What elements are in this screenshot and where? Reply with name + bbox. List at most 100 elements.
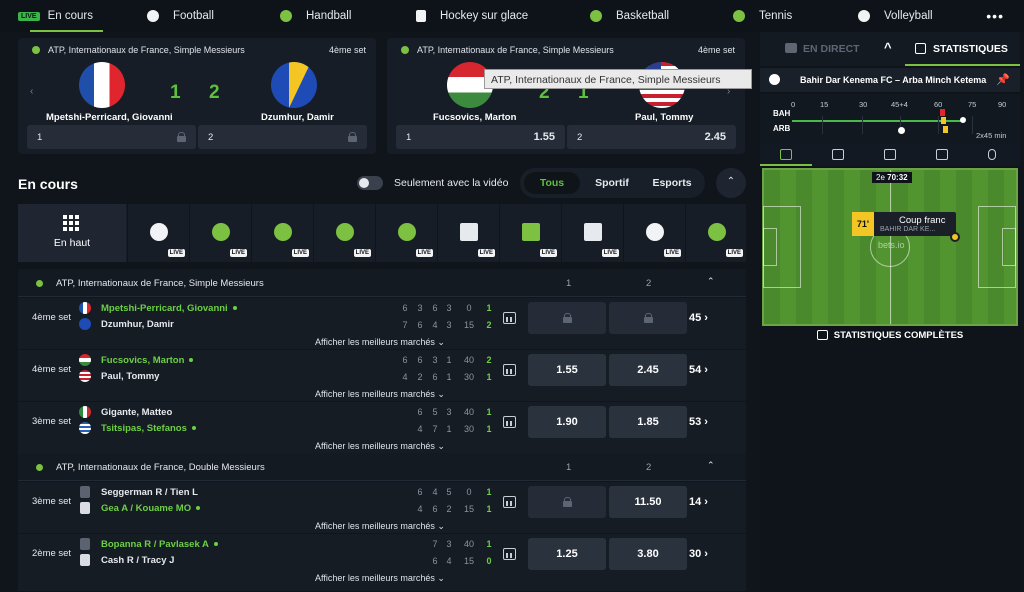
video-only-toggle[interactable]: [357, 176, 383, 190]
odd-button-1[interactable]: 1.90: [528, 406, 606, 438]
lineup-icon[interactable]: [884, 149, 896, 160]
stats-icon[interactable]: [503, 364, 516, 376]
tile-esports-lol[interactable]: LIVE: [561, 204, 623, 262]
odd-button-1[interactable]: 1.55: [528, 354, 606, 386]
chevron-up-icon[interactable]: ^: [884, 40, 892, 55]
odd-button-2[interactable]: 11.50: [609, 486, 687, 518]
pitch-view-icon[interactable]: [780, 149, 792, 160]
best-markets-link[interactable]: Afficher les meilleurs marchés ⌄: [315, 441, 445, 452]
score-cell: 7: [402, 320, 408, 330]
tab-hockey[interactable]: Hockey sur glace: [416, 0, 528, 32]
match-row[interactable]: 4ème set Mpetshi-Perricard, Giovanni Dzu…: [18, 298, 746, 350]
live-badge: LIVE: [663, 249, 681, 257]
match-row[interactable]: 3ème set Seggerman R / Tien L Gea A / Ko…: [18, 482, 746, 534]
statistiques-label: STATISTIQUES: [933, 43, 1008, 55]
odd-button-1[interactable]: 1: [27, 125, 196, 149]
filter-esports[interactable]: Esports: [644, 172, 700, 194]
list-icon[interactable]: [936, 149, 948, 160]
best-markets-link[interactable]: Afficher les meilleurs marchés ⌄: [315, 337, 445, 348]
player1-sets: 1: [170, 82, 181, 103]
active-visual-tab: [760, 164, 812, 166]
right-goal-box: [1002, 228, 1016, 266]
basketball-icon: [274, 223, 292, 241]
filter-tous[interactable]: Tous: [524, 172, 580, 194]
best-markets-link[interactable]: Afficher les meilleurs marchés ⌄: [315, 573, 445, 584]
tile-tennis[interactable]: LIVE: [313, 204, 375, 262]
column-2-label: 2: [646, 278, 652, 289]
team-shirt-icon: [80, 502, 90, 514]
chevron-up-icon[interactable]: ⌃: [707, 460, 715, 471]
stats-icon[interactable]: [503, 496, 516, 508]
odd-button-1[interactable]: [528, 302, 606, 334]
left-goal-box: [763, 228, 777, 266]
score-cell: 3: [446, 407, 452, 417]
sports-nav: LIVE En cours Football Handball Hockey s…: [0, 0, 1024, 32]
odd-button-2[interactable]: 2.45: [609, 354, 687, 386]
tile-basketball[interactable]: LIVE: [251, 204, 313, 262]
odd-button-2[interactable]: 2: [198, 125, 367, 149]
markets-count[interactable]: 53 ›: [689, 416, 708, 428]
ball-position-icon: [950, 232, 960, 242]
collapse-button[interactable]: ⌃: [716, 168, 746, 198]
markets-count[interactable]: 14 ›: [689, 496, 708, 508]
team2-text: Gea A / Kouame MO: [101, 503, 192, 514]
stats-icon[interactable]: [503, 416, 516, 428]
featured-match-card[interactable]: ATP, Internationaux de France, Simple Me…: [18, 38, 376, 154]
stats-icon[interactable]: [503, 548, 516, 560]
stats-icon[interactable]: [503, 312, 516, 324]
odd-button-2[interactable]: 1.85: [609, 406, 687, 438]
score-cell: 2: [486, 320, 492, 330]
markets-count[interactable]: 30 ›: [689, 548, 708, 560]
tile-esports-cs[interactable]: LIVE: [437, 204, 499, 262]
tile-top[interactable]: En haut: [18, 204, 126, 262]
player2-name: Tsitsipas, Stefanos: [101, 423, 196, 434]
markets-count[interactable]: 45 ›: [689, 312, 708, 324]
carousel-prev-icon[interactable]: ‹: [30, 86, 33, 97]
best-markets-link[interactable]: Afficher les meilleurs marchés ⌄: [315, 389, 445, 400]
tile-handball[interactable]: LIVE: [189, 204, 251, 262]
match-row[interactable]: 2ème set Bopanna R / Pavlasek A Cash R /…: [18, 534, 746, 592]
markets-count[interactable]: 54 ›: [689, 364, 708, 376]
tab-football[interactable]: Football: [147, 0, 214, 32]
odd-button-2[interactable]: 3.80: [609, 538, 687, 570]
filter-sportif[interactable]: Sportif: [584, 172, 640, 194]
tab-tennis[interactable]: Tennis: [733, 0, 792, 32]
tennis-ball-icon: [36, 464, 43, 471]
competition-header[interactable]: ATP, Internationaux de France, Double Me…: [18, 453, 746, 481]
yellow-card-icon: [943, 126, 948, 133]
tab-en-cours[interactable]: LIVE En cours: [18, 0, 103, 32]
tab-handball[interactable]: Handball: [280, 0, 351, 32]
full-stats-button[interactable]: STATISTIQUES COMPLÈTES: [760, 330, 1020, 341]
match-row[interactable]: 4ème set Fucsovics, Marton Paul, Tommy 6…: [18, 350, 746, 402]
match-row[interactable]: 3ème set Gigante, Matteo Tsitsipas, Stef…: [18, 402, 746, 454]
chevron-up-icon[interactable]: ⌃: [707, 276, 715, 287]
competition-label: ATP, Internationaux de France, Simple Me…: [417, 45, 614, 55]
competition-header[interactable]: ATP, Internationaux de France, Simple Me…: [18, 269, 746, 297]
half-label: 2e: [876, 173, 885, 182]
goal-icon: [898, 127, 905, 134]
tile-efootball[interactable]: LIVE: [685, 204, 747, 262]
tile-badminton[interactable]: LIVE: [499, 204, 561, 262]
counter-strike-icon: [460, 223, 478, 241]
competition-label: ATP, Internationaux de France, Simple Me…: [48, 45, 245, 55]
tile-volleyball[interactable]: LIVE: [375, 204, 437, 262]
pin-icon[interactable]: 📌: [996, 73, 1010, 86]
score-cell: 3: [432, 355, 438, 365]
odd-button-2[interactable]: [609, 302, 687, 334]
featured-match-card[interactable]: ATP, Internationaux de France, Simple Me…: [387, 38, 745, 154]
more-menu-button[interactable]: •••: [986, 8, 1004, 24]
best-markets-link[interactable]: Afficher les meilleurs marchés ⌄: [315, 521, 445, 532]
microphone-icon[interactable]: [988, 149, 996, 160]
tab-volleyball[interactable]: Volleyball: [858, 0, 933, 32]
odd-button-1[interactable]: 1.25: [528, 538, 606, 570]
odd-button-1[interactable]: [528, 486, 606, 518]
tab-statistiques[interactable]: STATISTIQUES: [915, 43, 1008, 55]
live-badge: LIVE: [18, 11, 40, 21]
tile-football[interactable]: LIVE: [127, 204, 189, 262]
odd-button-2[interactable]: 2 2.45: [567, 125, 736, 149]
tile-ebasketball[interactable]: LIVE: [623, 204, 685, 262]
bar-chart-icon[interactable]: [832, 149, 844, 160]
tab-basketball[interactable]: Basketball: [590, 0, 669, 32]
odd-button-1[interactable]: 1 1.55: [396, 125, 565, 149]
tab-en-direct[interactable]: EN DIRECT: [785, 43, 860, 55]
